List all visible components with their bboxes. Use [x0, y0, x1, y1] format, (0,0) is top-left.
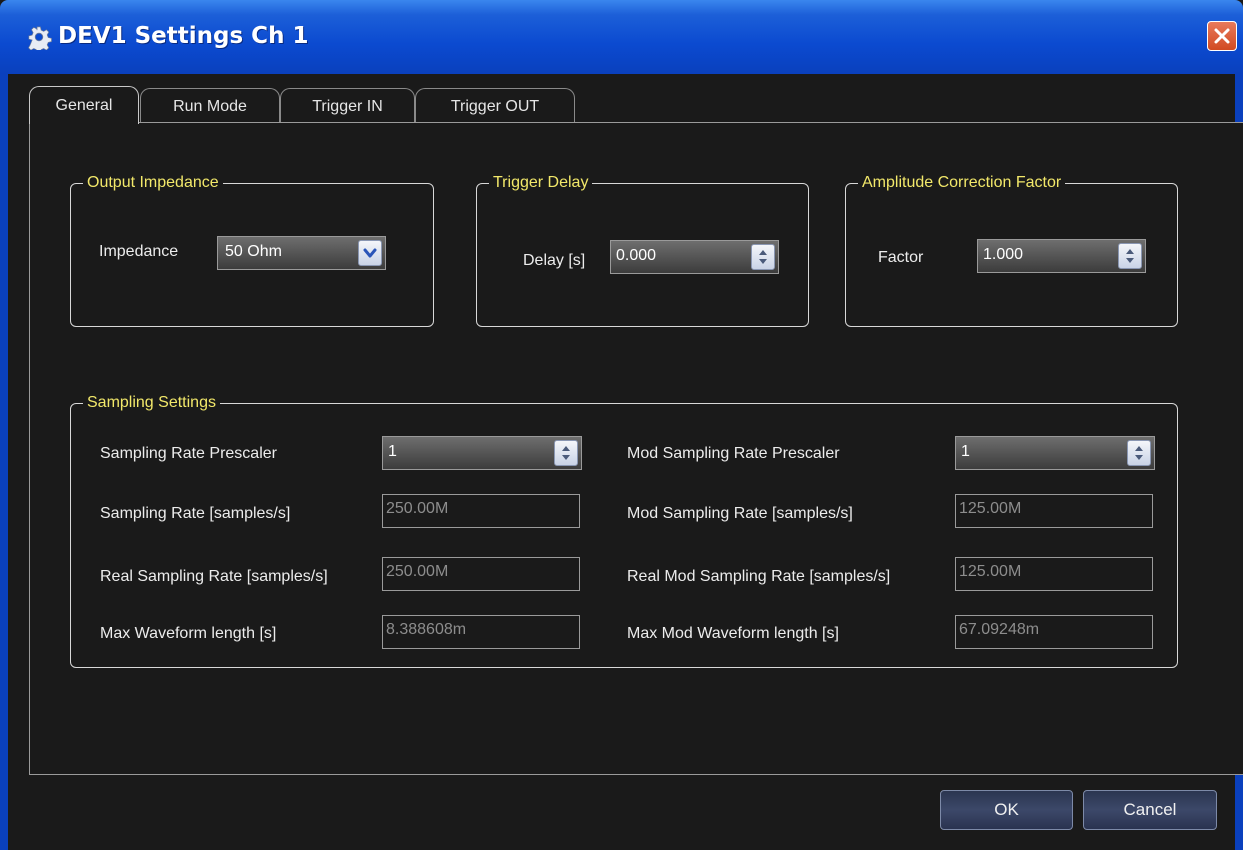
factor-value: 1.000 — [983, 246, 1024, 263]
impedance-value: 50 Ohm — [225, 243, 282, 260]
window-frame-left — [0, 74, 8, 850]
mod-sampling-prescaler-value: 1 — [961, 443, 970, 460]
real-sampling-rate-value: 250.00M — [386, 563, 449, 580]
output-impedance-legend: Output Impedance — [83, 172, 223, 194]
sampling-rate-field: 250.00M — [382, 494, 580, 528]
delay-spinbox[interactable]: 0.000 — [610, 240, 779, 274]
max-mod-waveform-length-value: 67.09248m — [959, 621, 1040, 638]
sampling-prescaler-label: Sampling Rate Prescaler — [100, 445, 277, 462]
real-sampling-rate-field: 250.00M — [382, 557, 580, 591]
window-title: DEV1 Settings Ch 1 — [58, 23, 309, 49]
settings-dialog: DEV1 Settings Ch 1 General Run Mode Trig… — [0, 0, 1243, 850]
gear-icon — [26, 24, 52, 54]
delay-value: 0.000 — [616, 247, 657, 264]
mod-sampling-rate-field: 125.00M — [955, 494, 1153, 528]
factor-spinbox[interactable]: 1.000 — [977, 239, 1146, 273]
delay-label: Delay [s] — [523, 252, 586, 269]
real-mod-sampling-rate-field: 125.00M — [955, 557, 1153, 591]
spin-arrows-icon[interactable] — [1118, 243, 1142, 269]
max-waveform-length-label: Max Waveform length [s] — [100, 625, 277, 642]
max-mod-waveform-length-field: 67.09248m — [955, 615, 1153, 649]
tab-run-mode[interactable]: Run Mode — [140, 88, 280, 124]
cancel-button[interactable]: Cancel — [1083, 790, 1217, 830]
amplitude-correction-legend: Amplitude Correction Factor — [858, 172, 1066, 194]
sampling-rate-value: 250.00M — [386, 500, 449, 517]
max-waveform-length-value: 8.388608m — [386, 621, 467, 638]
close-button[interactable] — [1207, 21, 1237, 51]
spin-arrows-icon[interactable] — [554, 440, 578, 466]
impedance-label: Impedance — [99, 243, 179, 260]
sampling-settings-legend: Sampling Settings — [83, 392, 220, 414]
dropdown-button[interactable] — [358, 240, 382, 266]
real-sampling-rate-label: Real Sampling Rate [samples/s] — [100, 568, 328, 585]
ok-button[interactable]: OK — [940, 790, 1073, 830]
max-mod-waveform-length-label: Max Mod Waveform length [s] — [627, 625, 839, 642]
sampling-rate-label: Sampling Rate [samples/s] — [100, 505, 291, 522]
mod-sampling-prescaler-label: Mod Sampling Rate Prescaler — [627, 445, 840, 462]
title-bar[interactable]: DEV1 Settings Ch 1 — [0, 0, 1243, 74]
tab-general[interactable]: General — [29, 86, 139, 126]
mod-sampling-prescaler-spinbox[interactable]: 1 — [955, 436, 1155, 470]
mod-sampling-rate-label: Mod Sampling Rate [samples/s] — [627, 505, 853, 522]
mod-sampling-rate-value: 125.00M — [959, 500, 1022, 517]
trigger-delay-legend: Trigger Delay — [489, 172, 593, 194]
real-mod-sampling-rate-label: Real Mod Sampling Rate [samples/s] — [627, 568, 891, 585]
close-icon — [1214, 28, 1230, 44]
real-mod-sampling-rate-value: 125.00M — [959, 563, 1022, 580]
impedance-select[interactable]: 50 Ohm — [217, 236, 386, 270]
max-waveform-length-field: 8.388608m — [382, 615, 580, 649]
sampling-prescaler-value: 1 — [388, 443, 397, 460]
sampling-prescaler-spinbox[interactable]: 1 — [382, 436, 582, 470]
tab-trigger-out[interactable]: Trigger OUT — [415, 88, 575, 124]
tab-trigger-in[interactable]: Trigger IN — [280, 88, 415, 124]
chevron-down-icon — [363, 248, 377, 258]
spin-arrows-icon[interactable] — [1127, 440, 1151, 466]
spin-arrows-icon[interactable] — [751, 244, 775, 270]
factor-label: Factor — [878, 249, 924, 266]
